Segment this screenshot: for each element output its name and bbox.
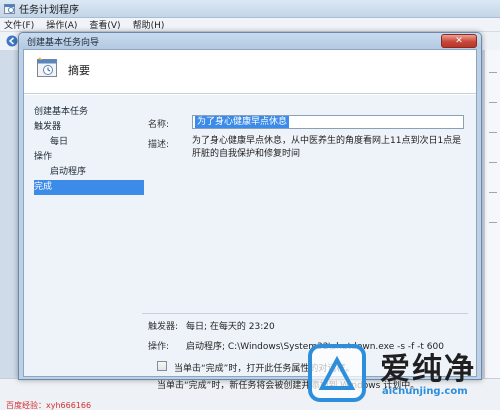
step-start-program: 启动程序 [50,167,87,177]
brand-logo-icon [318,355,356,390]
open-properties-checkbox[interactable] [157,361,167,371]
wizard-content: 创建基本任务 触发器 每日 操作 启动程序 完成 名称: 为了身心健康早点休息 … [24,95,476,391]
name-field[interactable]: 为了身心健康早点休息 [192,115,464,129]
name-field-value: 为了身心健康早点休息 [195,116,290,128]
status-text: 百度经验：xyh666166 [6,401,92,410]
name-label: 名称: [148,120,170,130]
wizard-titlebar: 创建基本任务向导 ✕ [19,33,481,49]
step-trigger: 触发器 [34,122,62,132]
watermark-brand: 爱纯净 [380,352,476,387]
menu-view[interactable]: 查看(V) [89,18,120,31]
description-field[interactable]: 为了身心健康早点休息，从中医养生的角度看网上11点到次日1点是肝脏的自我保护和修… [192,135,464,161]
wizard-title: 创建基本任务向导 [27,37,100,48]
main-menubar: 文件(F) 操作(A) 查看(V) 帮助(H) [0,18,500,32]
step-action: 操作 [34,152,53,162]
close-button[interactable]: ✕ [441,34,477,48]
wizard-header: 摘要 [24,50,476,94]
main-window-title: 任务计划程序 [19,5,79,16]
task-scheduler-icon [4,4,15,14]
actions-pane-edge [484,50,500,380]
menu-help[interactable]: 帮助(H) [133,18,165,31]
menu-file[interactable]: 文件(F) [4,18,34,31]
menu-action[interactable]: 操作(A) [46,18,77,31]
main-window-titlebar: 任务计划程序 [0,0,500,18]
task-summary-icon [37,57,57,77]
step-finish: 完成 [34,180,144,195]
action-label: 操作: [148,342,170,352]
summary-divider [142,313,468,314]
create-basic-task-wizard: 创建基本任务向导 ✕ 摘要 创建基本任务 触发器 每日 操作 启动程序 完成 名… [18,32,482,391]
watermark-logo [308,344,366,402]
wizard-header-title: 摘要 [68,64,90,77]
description-label: 描述: [148,140,170,150]
watermark: 爱纯净 aichunjing.com [298,342,498,408]
wizard-steps: 创建基本任务 触发器 每日 操作 启动程序 完成 [24,105,144,195]
back-arrow-icon[interactable] [6,35,18,47]
watermark-url: aichunjing.com [382,386,468,397]
trigger-value: 每日; 在每天的 23:20 [186,322,275,332]
step-create-basic-task: 创建基本任务 [34,107,89,117]
wizard-body: 摘要 创建基本任务 触发器 每日 操作 启动程序 完成 名称: 为了身心健康早点… [23,49,477,391]
step-daily: 每日 [50,137,69,147]
close-icon: ✕ [455,36,463,46]
trigger-label: 触发器: [148,322,179,332]
